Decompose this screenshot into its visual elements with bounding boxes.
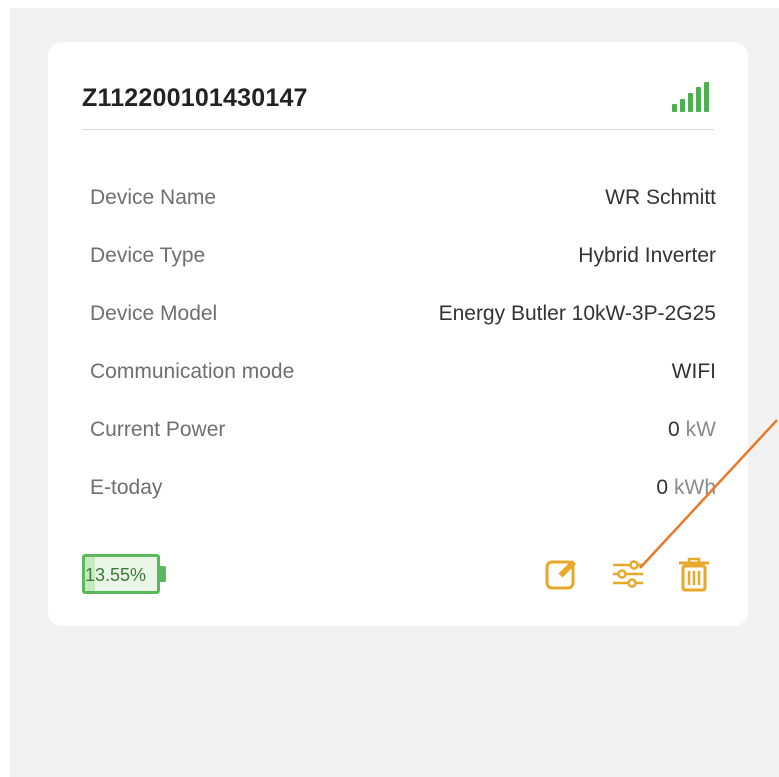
info-row-device-type: Device Type Hybrid Inverter <box>90 230 716 288</box>
device-info-list: Device Name WR Schmitt Device Type Hybri… <box>90 172 716 520</box>
battery-indicator: 13.55% <box>82 554 166 594</box>
device-card[interactable]: Z112200101430147 Device Name WR Schmitt … <box>48 42 748 626</box>
power-value: 0 <box>667 418 680 441</box>
power-unit: kW <box>685 418 716 441</box>
info-value: Hybrid Inverter <box>578 244 716 267</box>
settings-button[interactable] <box>608 554 648 594</box>
info-row-current-power: Current Power 0 kW <box>90 404 716 462</box>
info-label: Device Type <box>90 244 206 267</box>
info-value: 0 kWh <box>656 476 716 500</box>
battery-cap <box>160 566 166 582</box>
info-label: Communication mode <box>90 360 295 383</box>
info-row-device-name: Device Name WR Schmitt <box>90 172 716 230</box>
trash-icon <box>679 557 709 592</box>
screen-background: Z112200101430147 Device Name WR Schmitt … <box>10 8 779 777</box>
card-actions <box>542 554 714 594</box>
battery-percentage: 13.55% <box>85 565 147 585</box>
info-label: Device Name <box>90 186 217 209</box>
device-serial-number: Z112200101430147 <box>82 84 308 112</box>
info-value: WR Schmitt <box>605 186 716 209</box>
info-label: Current Power <box>90 418 226 441</box>
info-row-communication-mode: Communication mode WIFI <box>90 346 716 404</box>
edit-icon <box>545 560 576 590</box>
signal-strength-icon <box>672 82 709 112</box>
info-row-device-model: Device Model Energy Butler 10kW-3P-2G25 <box>90 288 716 346</box>
energy-value: 0 <box>656 476 668 499</box>
info-label: E-today <box>90 476 163 499</box>
info-value: WIFI <box>671 360 716 383</box>
info-value: Energy Butler 10kW-3P-2G25 <box>438 302 716 325</box>
settings-sliders-icon <box>613 560 643 588</box>
info-label: Device Model <box>90 302 218 325</box>
battery-body: 13.55% <box>82 554 160 594</box>
info-value: 0 kW <box>668 418 716 442</box>
edit-button[interactable] <box>542 554 582 594</box>
info-row-e-today: E-today 0 kWh <box>90 462 716 520</box>
energy-unit: kWh <box>674 476 716 499</box>
card-header: Z112200101430147 <box>82 82 714 130</box>
delete-button[interactable] <box>674 554 714 594</box>
